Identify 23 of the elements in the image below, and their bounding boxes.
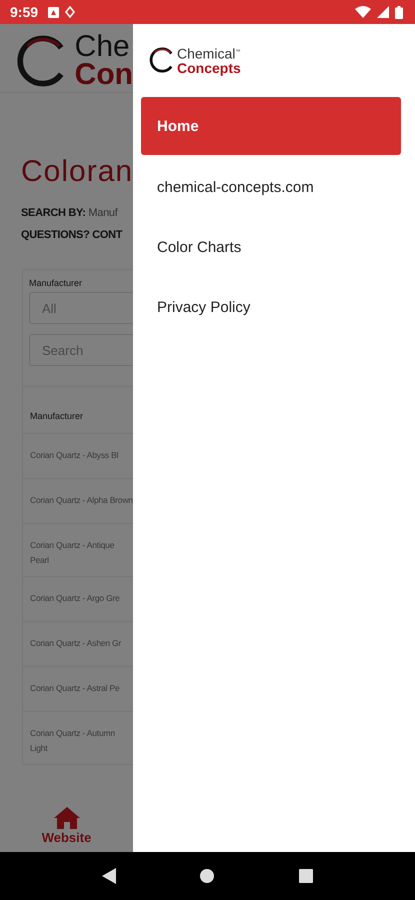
- menu-item[interactable]: Color Charts: [141, 217, 401, 277]
- back-icon[interactable]: [101, 867, 118, 885]
- logo-swoosh-icon: [149, 47, 175, 73]
- menu-item[interactable]: Privacy Policy: [141, 277, 401, 337]
- logo-text: Con: [74, 61, 133, 89]
- clock: 9:59: [10, 4, 38, 20]
- menu-item[interactable]: chemical-concepts.com: [141, 157, 401, 217]
- search-by-text: SEARCH BY: Manuf: [21, 207, 119, 219]
- location-notification-icon: [65, 6, 76, 18]
- image-notification-icon: [48, 6, 60, 18]
- questions-text: QUESTIONS? CONT: [21, 229, 124, 241]
- wifi-icon: [355, 6, 371, 18]
- battery-icon: [395, 6, 403, 18]
- menu-item[interactable]: Home: [141, 97, 401, 155]
- logo-text: Concepts: [177, 60, 241, 75]
- home-icon: [52, 806, 80, 830]
- home-button-icon[interactable]: [199, 868, 216, 884]
- filter-label: Manufacturer: [29, 278, 84, 288]
- page-title: Coloran: [21, 155, 133, 189]
- recents-icon[interactable]: [298, 868, 314, 884]
- logo-text: Chemical$^{™}$: [177, 45, 241, 61]
- signal-icon: [377, 6, 389, 18]
- logo-text: Che: [74, 33, 131, 61]
